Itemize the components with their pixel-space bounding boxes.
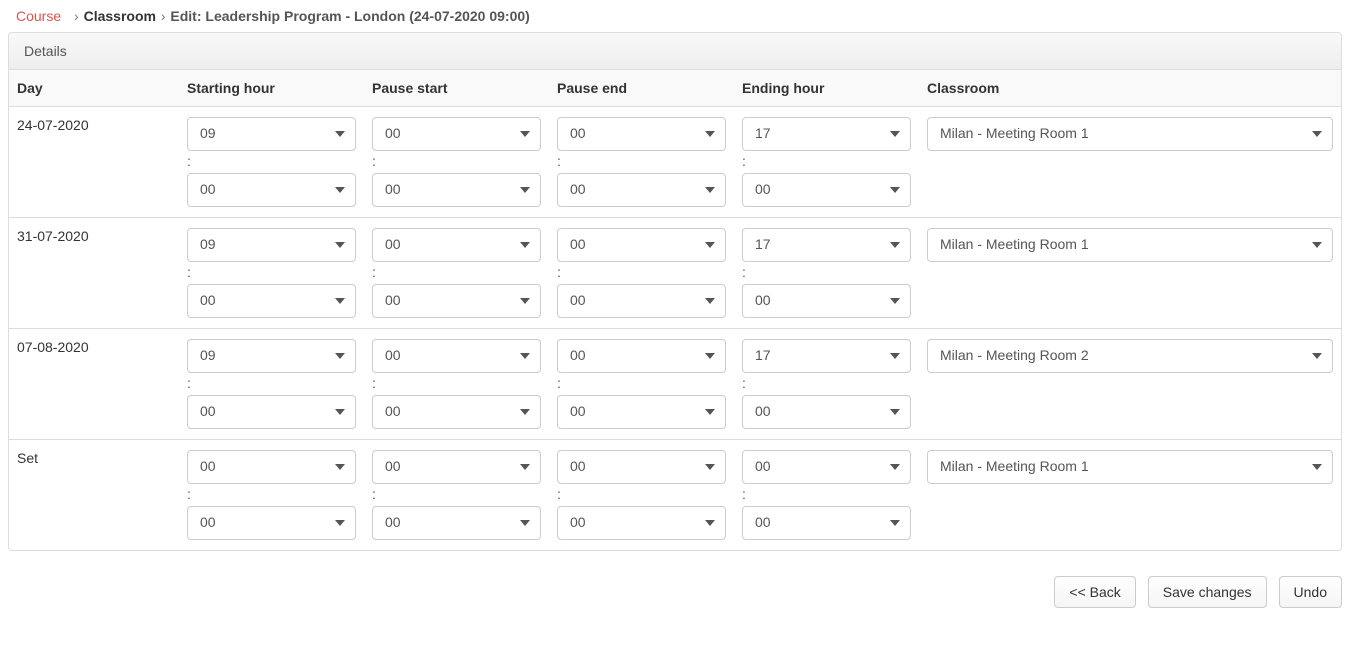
back-button[interactable]: << Back — [1054, 576, 1135, 608]
time-separator: : — [187, 151, 356, 173]
time-separator: : — [742, 484, 911, 506]
pause_end-minute-select[interactable]: 00 — [557, 173, 726, 207]
header-starting-hour: Starting hour — [179, 70, 364, 107]
day-cell: Set — [9, 440, 179, 551]
pause_end-minute-select[interactable]: 00 — [557, 395, 726, 429]
time-separator: : — [187, 262, 356, 284]
breadcrumb: Course › Classroom › Edit: Leadership Pr… — [8, 0, 1342, 32]
ending_hour-minute-select[interactable]: 00 — [742, 506, 911, 540]
pause_end-hour-select[interactable]: 00 — [557, 339, 726, 373]
table-row: 07-08-202009:0000:0000:0017:00Milan - Me… — [9, 329, 1341, 440]
table-row: 31-07-202009:0000:0000:0017:00Milan - Me… — [9, 218, 1341, 329]
classroom-select[interactable]: Milan - Meeting Room 1 — [927, 450, 1333, 484]
pause_end-hour-select[interactable]: 00 — [557, 450, 726, 484]
breadcrumb-current: Edit: Leadership Program - London (24-07… — [170, 8, 529, 24]
footer-buttons: << Back Save changes Undo — [8, 576, 1342, 608]
pause_start-hour-select[interactable]: 00 — [372, 450, 541, 484]
save-button[interactable]: Save changes — [1148, 576, 1267, 608]
ending_hour-hour-select[interactable]: 00 — [742, 450, 911, 484]
panel-title: Details — [9, 33, 1341, 70]
starting_hour-minute-select[interactable]: 00 — [187, 284, 356, 318]
pause_start-hour-select[interactable]: 00 — [372, 339, 541, 373]
breadcrumb-separator: › — [74, 8, 79, 24]
pause_start-minute-select[interactable]: 00 — [372, 506, 541, 540]
pause_end-minute-select[interactable]: 00 — [557, 506, 726, 540]
breadcrumb-course-link[interactable]: Course — [8, 6, 69, 26]
classroom-select[interactable]: Milan - Meeting Room 1 — [927, 117, 1333, 151]
pause_start-minute-select[interactable]: 00 — [372, 284, 541, 318]
pause_end-hour-select[interactable]: 00 — [557, 228, 726, 262]
breadcrumb-section: Classroom — [84, 8, 156, 24]
time-separator: : — [742, 373, 911, 395]
schedule-table: Day Starting hour Pause start Pause end … — [9, 70, 1341, 550]
header-pause-end: Pause end — [549, 70, 734, 107]
time-separator: : — [187, 373, 356, 395]
time-separator: : — [742, 262, 911, 284]
starting_hour-hour-select[interactable]: 09 — [187, 339, 356, 373]
ending_hour-hour-select[interactable]: 17 — [742, 228, 911, 262]
details-panel: Details Day Starting hour Pause start Pa… — [8, 32, 1342, 551]
header-classroom: Classroom — [919, 70, 1341, 107]
starting_hour-minute-select[interactable]: 00 — [187, 173, 356, 207]
pause_start-hour-select[interactable]: 00 — [372, 228, 541, 262]
ending_hour-hour-select[interactable]: 17 — [742, 339, 911, 373]
starting_hour-minute-select[interactable]: 00 — [187, 506, 356, 540]
time-separator: : — [372, 484, 541, 506]
day-cell: 24-07-2020 — [9, 107, 179, 218]
header-ending-hour: Ending hour — [734, 70, 919, 107]
classroom-select[interactable]: Milan - Meeting Room 2 — [927, 339, 1333, 373]
pause_start-minute-select[interactable]: 00 — [372, 173, 541, 207]
time-separator: : — [187, 484, 356, 506]
starting_hour-hour-select[interactable]: 09 — [187, 228, 356, 262]
starting_hour-hour-select[interactable]: 09 — [187, 117, 356, 151]
pause_start-minute-select[interactable]: 00 — [372, 395, 541, 429]
time-separator: : — [372, 151, 541, 173]
day-cell: 07-08-2020 — [9, 329, 179, 440]
pause_end-hour-select[interactable]: 00 — [557, 117, 726, 151]
table-row: Set00:0000:0000:0000:00Milan - Meeting R… — [9, 440, 1341, 551]
time-separator: : — [742, 151, 911, 173]
ending_hour-hour-select[interactable]: 17 — [742, 117, 911, 151]
classroom-select[interactable]: Milan - Meeting Room 1 — [927, 228, 1333, 262]
ending_hour-minute-select[interactable]: 00 — [742, 173, 911, 207]
time-separator: : — [557, 262, 726, 284]
undo-button[interactable]: Undo — [1279, 576, 1342, 608]
pause_end-minute-select[interactable]: 00 — [557, 284, 726, 318]
table-row: 24-07-202009:0000:0000:0017:00Milan - Me… — [9, 107, 1341, 218]
ending_hour-minute-select[interactable]: 00 — [742, 395, 911, 429]
pause_start-hour-select[interactable]: 00 — [372, 117, 541, 151]
header-pause-start: Pause start — [364, 70, 549, 107]
starting_hour-hour-select[interactable]: 00 — [187, 450, 356, 484]
header-day: Day — [9, 70, 179, 107]
time-separator: : — [557, 151, 726, 173]
day-cell: 31-07-2020 — [9, 218, 179, 329]
starting_hour-minute-select[interactable]: 00 — [187, 395, 356, 429]
breadcrumb-separator: › — [161, 8, 166, 24]
time-separator: : — [557, 373, 726, 395]
time-separator: : — [372, 262, 541, 284]
time-separator: : — [372, 373, 541, 395]
ending_hour-minute-select[interactable]: 00 — [742, 284, 911, 318]
time-separator: : — [557, 484, 726, 506]
